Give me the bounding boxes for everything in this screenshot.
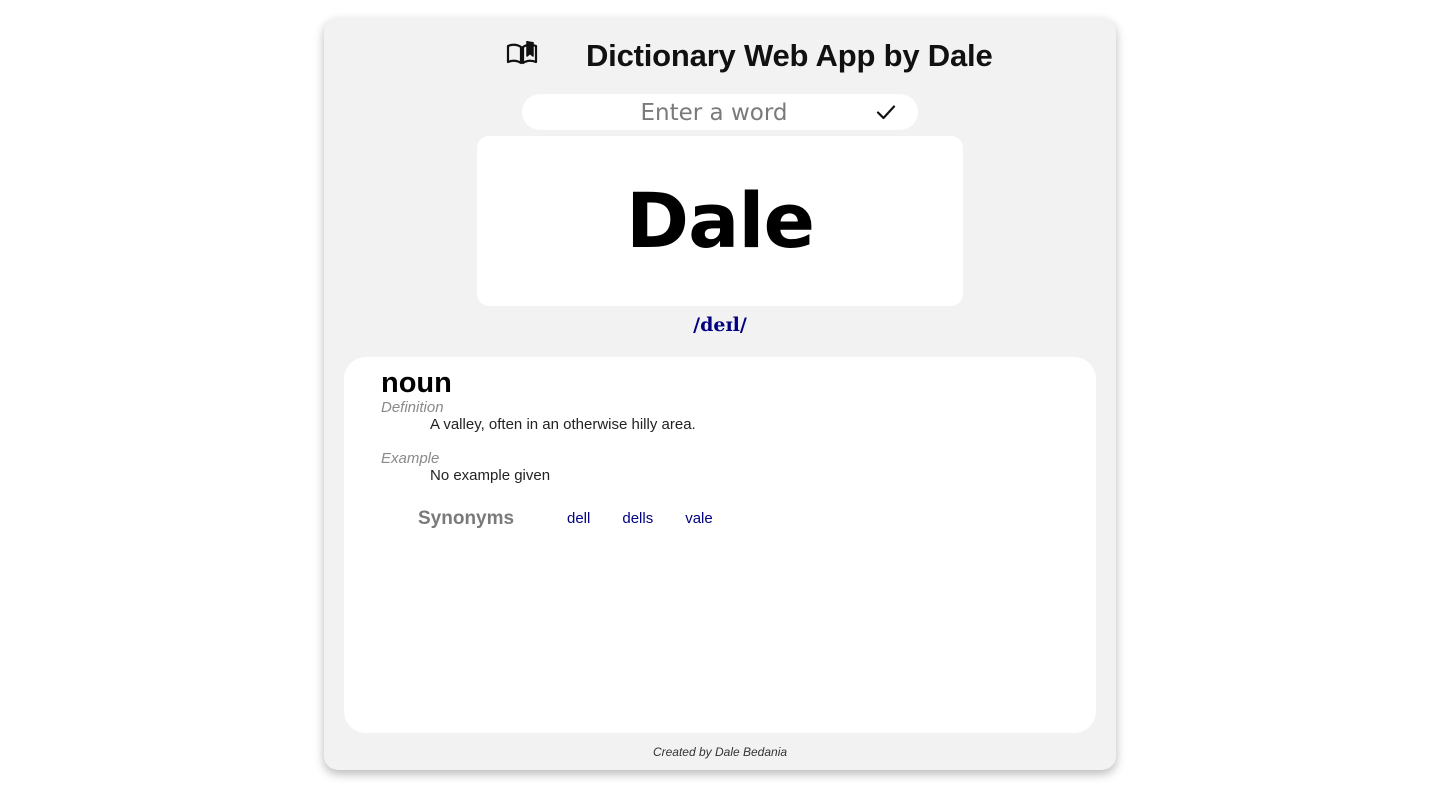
footer-credit: Created by Dale Bedania: [652, 745, 788, 759]
phonetic-text: /deɪl/: [693, 314, 747, 336]
search-form: [522, 94, 918, 130]
synonym-link[interactable]: dells: [622, 510, 653, 527]
synonym-link[interactable]: vale: [685, 510, 713, 527]
part-of-speech: noun: [381, 367, 452, 399]
app-container: Dictionary Web App by Dale Dale /deɪl/ n…: [324, 18, 1116, 770]
checkmark-icon: [876, 105, 896, 120]
submit-button[interactable]: [874, 100, 898, 124]
app-header: Dictionary Web App by Dale: [324, 38, 1116, 74]
definition-text: A valley, often in an otherwise hilly ar…: [430, 416, 696, 433]
example-text: No example given: [430, 467, 551, 484]
synonyms-list: dell dells vale: [567, 510, 713, 527]
open-book-icon: [506, 40, 538, 66]
word-card: Dale: [477, 136, 963, 306]
app-title: Dictionary Web App by Dale: [586, 38, 993, 73]
example-label: Example: [381, 450, 440, 467]
synonyms-label: Synonyms: [418, 508, 515, 529]
search-input[interactable]: [562, 96, 866, 130]
definition-label: Definition: [381, 399, 444, 416]
meaning-card: noun Definition A valley, often in an ot…: [344, 357, 1096, 733]
synonym-link[interactable]: dell: [567, 510, 590, 527]
searched-word: Dale: [626, 176, 815, 265]
